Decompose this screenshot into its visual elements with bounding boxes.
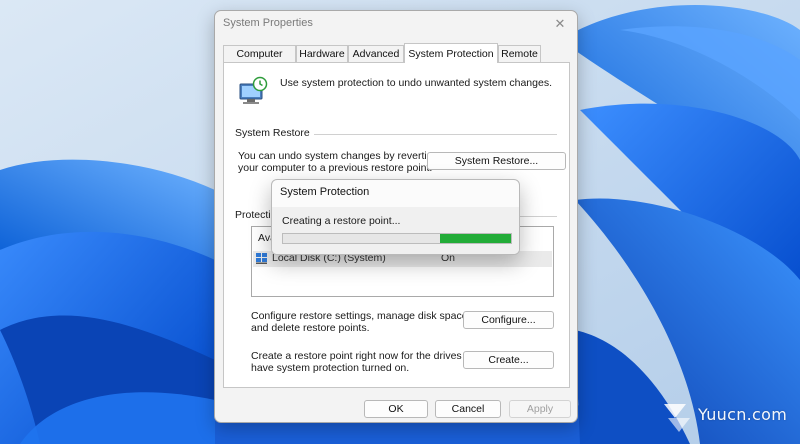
system-protection-progress-dialog: System Protection Creating a restore poi…	[271, 179, 520, 255]
system-restore-button[interactable]: System Restore...	[427, 152, 566, 170]
drive-icon	[256, 253, 267, 264]
create-desc-line1: Create a restore point right now for the…	[251, 350, 483, 362]
tab-system-protection[interactable]: System Protection	[404, 43, 498, 63]
close-icon[interactable]: ✕	[549, 14, 571, 34]
configure-desc-line2: and delete restore points.	[251, 321, 370, 334]
apply-button[interactable]: Apply	[509, 400, 571, 418]
ok-button[interactable]: OK	[364, 400, 428, 418]
window-title: System Properties	[223, 17, 313, 29]
system-restore-desc-line1: You can undo system changes by reverting	[238, 150, 439, 162]
configure-button[interactable]: Configure...	[463, 311, 554, 329]
progress-dialog-title: System Protection	[280, 186, 370, 198]
intro-text: Use system protection to undo unwanted s…	[280, 77, 552, 89]
tab-advanced[interactable]: Advanced	[348, 45, 404, 62]
create-desc-line2: have system protection turned on.	[251, 361, 410, 374]
configure-desc-line1: Configure restore settings, manage disk …	[251, 310, 471, 322]
system-restore-label: System Restore	[235, 127, 314, 139]
system-restore-icon	[239, 76, 268, 104]
create-button[interactable]: Create...	[463, 351, 554, 369]
progress-dialog-body: Creating a restore point...	[272, 207, 519, 254]
system-restore-description: You can undo system changes by reverting…	[238, 150, 439, 174]
system-restore-desc-line2: your computer to a previous restore poin…	[238, 161, 433, 174]
title-bar[interactable]: System Properties ✕	[215, 11, 577, 39]
tab-computer-name[interactable]: Computer Name	[223, 45, 296, 77]
progress-bar	[282, 233, 512, 244]
cancel-button[interactable]: Cancel	[435, 400, 501, 418]
tab-remote[interactable]: Remote	[498, 45, 541, 62]
progress-message: Creating a restore point...	[282, 215, 401, 227]
configure-description: Configure restore settings, manage disk …	[251, 310, 471, 334]
progress-bar-fill	[440, 234, 511, 243]
tab-hardware[interactable]: Hardware	[296, 45, 348, 62]
watermark-text: Yuucn.com	[698, 405, 788, 424]
create-description: Create a restore point right now for the…	[251, 350, 483, 374]
